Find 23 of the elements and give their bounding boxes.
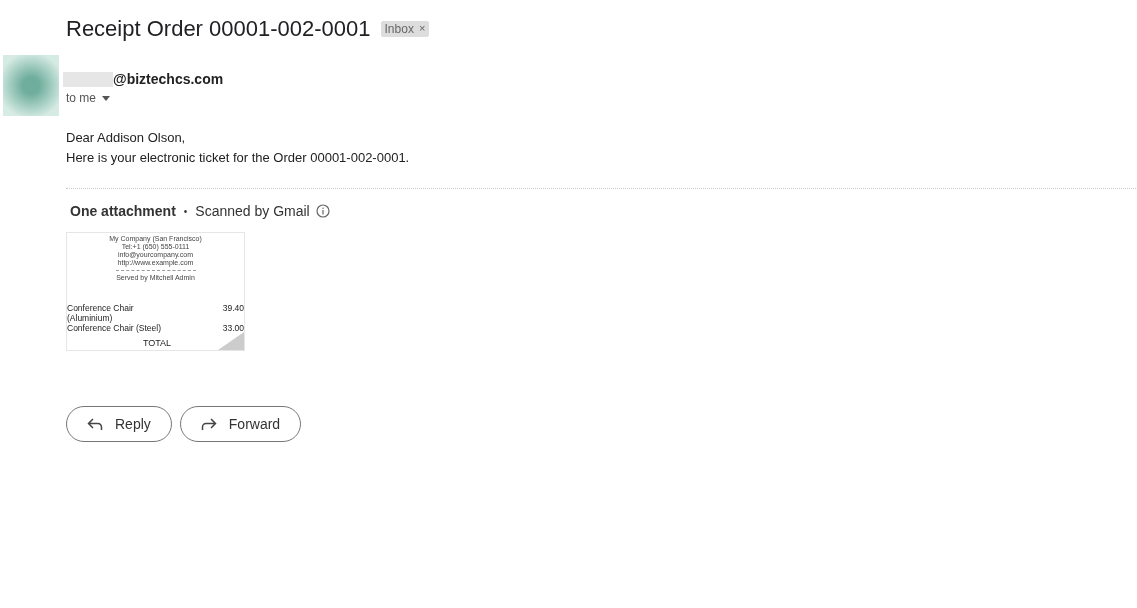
info-icon[interactable] [315,204,330,218]
forward-icon [200,417,217,431]
separator-dot: • [183,205,188,217]
forward-button[interactable]: Forward [179,406,302,442]
email-subject: Receipt Order 00001-002-0001 [66,16,371,42]
redacted-block [63,71,113,87]
label-chip[interactable]: Inbox × [380,21,430,37]
attachment-count: One attachment [70,203,176,219]
receipt-price: 39.40 [222,303,244,315]
message-line: Dear Addison Olson, [66,130,187,145]
scan-note: Scanned by Gmail [195,203,310,219]
reply-icon [87,417,103,431]
recipient-dropdown[interactable]: to me [66,91,110,105]
page-curl-icon [218,332,244,350]
receipt-price: 33.00 [222,323,244,333]
receipt-total: TOTAL [141,338,173,348]
receipt-item: Conference Chair (Aluminium) [67,303,135,323]
caret-icon [102,95,110,101]
avatar-placeholder [3,55,59,116]
reply-button[interactable]: Reply [66,406,172,442]
message-line: Here is your electronic ticket for the Order 00001-002-0001. [66,150,411,165]
sender-email: @biztechcs.com [113,71,224,87]
receipt-item: Conference Chair (Steel) [67,323,162,333]
